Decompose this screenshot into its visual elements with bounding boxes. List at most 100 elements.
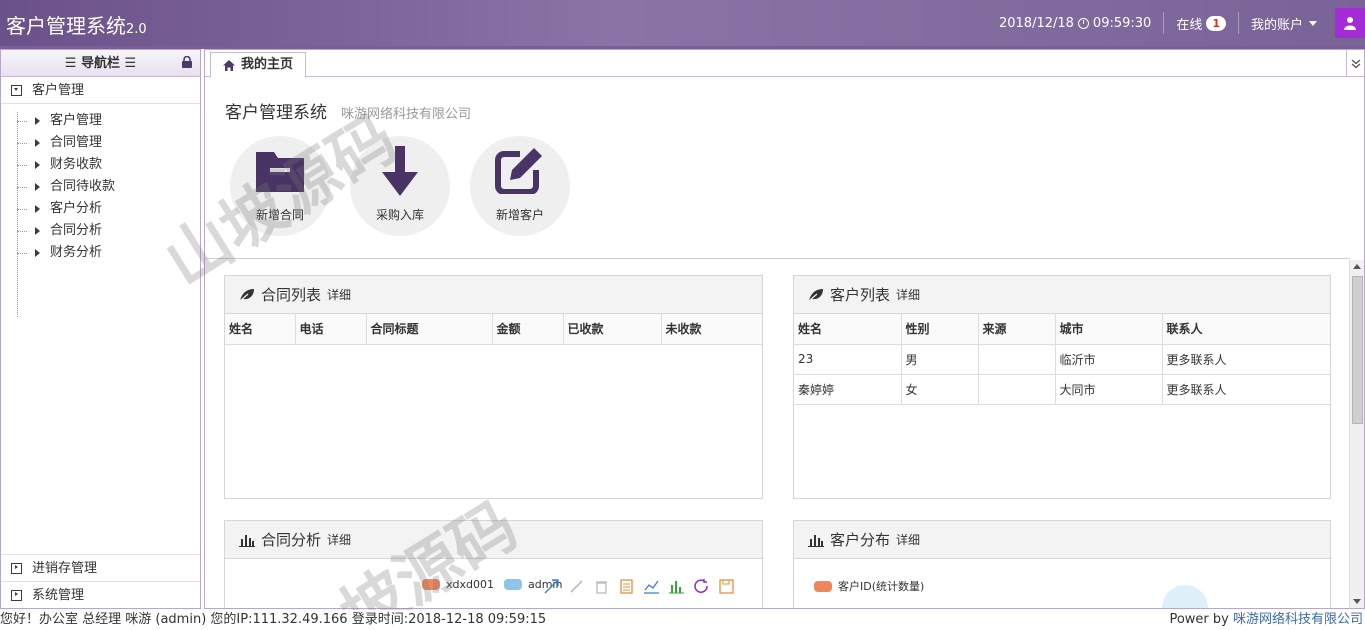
sidebar-item-finance-receipt[interactable]: 财务收款 [17,154,200,176]
trash-icon[interactable] [593,578,610,595]
brush-icon[interactable] [568,578,585,595]
sidebar-group-inventory[interactable]: 进销存管理 [1,554,200,581]
legend-swatch [422,579,440,590]
scroll-up-icon[interactable] [1353,264,1361,269]
detail-link[interactable]: 详细 [896,286,920,303]
more-contacts-link[interactable]: 更多联系人 [1161,373,1330,405]
caret-right-icon [35,161,40,169]
sidebar-group-customer[interactable]: 客户管理 [1,77,200,104]
table-cell: 女 [900,373,979,405]
online-indicator[interactable]: 在线 1 [1164,0,1238,46]
caret-right-icon [35,205,40,213]
sidebar-item-contract-pending[interactable]: 合同待收款 [17,176,200,198]
sidebar-item-customer-analysis[interactable]: 客户分析 [17,198,200,220]
chart-legend: xdxd001 admin [422,578,562,591]
table-row[interactable]: 23 男 临沂市 更多联系人 [794,343,1330,375]
column-header[interactable]: 来源 [977,314,1056,345]
column-header[interactable]: 电话 [294,314,367,345]
clock-icon [1077,17,1089,29]
column-header[interactable]: 未收款 [660,314,762,345]
detail-link[interactable]: 详细 [327,531,351,548]
lock-icon[interactable] [181,56,193,68]
legend-item[interactable]: 客户ID(统计数量) [838,578,924,594]
arrow-down-icon [382,146,418,196]
column-header[interactable]: 联系人 [1161,314,1330,345]
legend-swatch [503,579,522,590]
table-cell: 临沂市 [1054,343,1163,375]
caret-right-icon [35,227,40,235]
new-contract-button[interactable]: 新增合同 [230,136,330,236]
welcome-heading: 客户管理系统 咪游网络科技有限公司 [225,103,472,123]
online-count-badge: 1 [1206,15,1226,31]
table-cell: 男 [900,343,979,375]
panel-header: 合同列表 详细 [225,276,762,314]
login-info: 您好！办公室 总经理 咪游 (admin) 您的IP:111.32.49.166… [0,612,547,627]
sidebar-item-contract-analysis[interactable]: 合同分析 [17,220,200,242]
new-customer-button[interactable]: 新增客户 [470,136,570,236]
contract-analysis-panel: 合同分析 详细 xdxd001 admin [224,520,763,608]
menu-icon: ☰ [64,56,77,71]
purchase-inbound-button[interactable]: 采购入库 [350,136,450,236]
column-header[interactable]: 城市 [1054,314,1163,345]
sidebar-item-finance-analysis[interactable]: 财务分析 [17,242,200,264]
customer-distribution-panel: 客户分布 详细 客户ID(统计数量) [793,520,1331,608]
menu-icon: ☰ [124,56,137,71]
chart-legend: 客户ID(统计数量) [814,578,924,594]
app-title: 客户管理系统2.0 [6,14,147,38]
section-divider [205,258,1350,259]
table-row[interactable]: 秦婷婷 女 大同市 更多联系人 [794,373,1330,405]
main-scrollbar[interactable] [1349,260,1364,608]
status-bar: 您好！办公室 总经理 咪游 (admin) 您的IP:111.32.49.166… [0,610,1365,630]
home-icon [223,59,235,71]
sidebar-item-contract[interactable]: 合同管理 [17,132,200,154]
scroll-down-icon[interactable] [1353,599,1361,604]
panel-header: 合同分析 详细 [225,521,762,559]
customer-table: 姓名 性别 来源 城市 联系人 23 男 临沂市 更多联系人 秦婷婷 女 大同市… [794,314,1330,405]
table-cell: 秦婷婷 [794,373,902,405]
bar-chart-icon [808,534,824,547]
main-content: 我的主页 客户管理系统 咪游网络科技有限公司 新增合同 采购入库 新增客户 合同… [204,49,1365,609]
line-chart-icon[interactable] [643,578,660,595]
sidebar-item-customer[interactable]: 客户管理 [17,110,200,132]
sidebar-bottom: 进销存管理 系统管理 [1,554,200,608]
chevron-down-icon [1309,20,1317,26]
expand-icon [11,562,22,574]
column-header[interactable]: 已收款 [562,314,662,345]
power-by: Power by 咪游网络科技有限公司 [1169,612,1363,627]
bar-chart-icon[interactable] [668,578,685,595]
panel-header: 客户分布 详细 [794,521,1330,559]
table-cell: 23 [794,343,902,375]
chart-toolbox [543,578,735,595]
table-cell [977,373,1056,405]
column-header[interactable]: 姓名 [794,314,902,345]
expand-icon [11,589,22,601]
leaf-icon [239,288,254,301]
sidebar-group-system[interactable]: 系统管理 [1,581,200,608]
edit-icon [495,148,542,194]
data-view-icon[interactable] [618,578,635,595]
account-menu[interactable]: 我的账户 [1239,0,1329,46]
caret-right-icon [35,249,40,257]
panel-header: 客户列表 详细 [794,276,1330,314]
detail-link[interactable]: 详细 [327,286,351,303]
tab-collapse-button[interactable] [1346,50,1364,77]
tab-home[interactable]: 我的主页 [210,52,307,78]
detail-link[interactable]: 详细 [896,531,920,548]
sidebar-tree: 客户管理 合同管理 财务收款 合同待收款 客户分析 合同分析 财务分析 [1,104,200,317]
column-header[interactable]: 性别 [900,314,979,345]
sidebar-header: ☰ 导航栏 ☰ [1,50,200,77]
legend-item[interactable]: xdxd001 [446,578,494,591]
company-link[interactable]: 咪游网络科技有限公司 [1233,612,1363,627]
contract-list-panel: 合同列表 详细 姓名 电话 合同标题 金额 已收款 未收款 [224,275,763,499]
column-header[interactable]: 合同标题 [365,314,493,345]
column-header[interactable]: 金额 [491,314,564,345]
user-button[interactable] [1335,8,1365,38]
column-header[interactable]: 姓名 [225,314,296,345]
more-contacts-link[interactable]: 更多联系人 [1161,343,1330,375]
leaf-icon [808,288,823,301]
zoom-icon[interactable] [543,578,560,595]
legend-swatch [814,580,832,592]
refresh-icon[interactable] [693,578,710,595]
save-icon[interactable] [718,578,735,595]
scrollbar-thumb[interactable] [1352,276,1363,424]
